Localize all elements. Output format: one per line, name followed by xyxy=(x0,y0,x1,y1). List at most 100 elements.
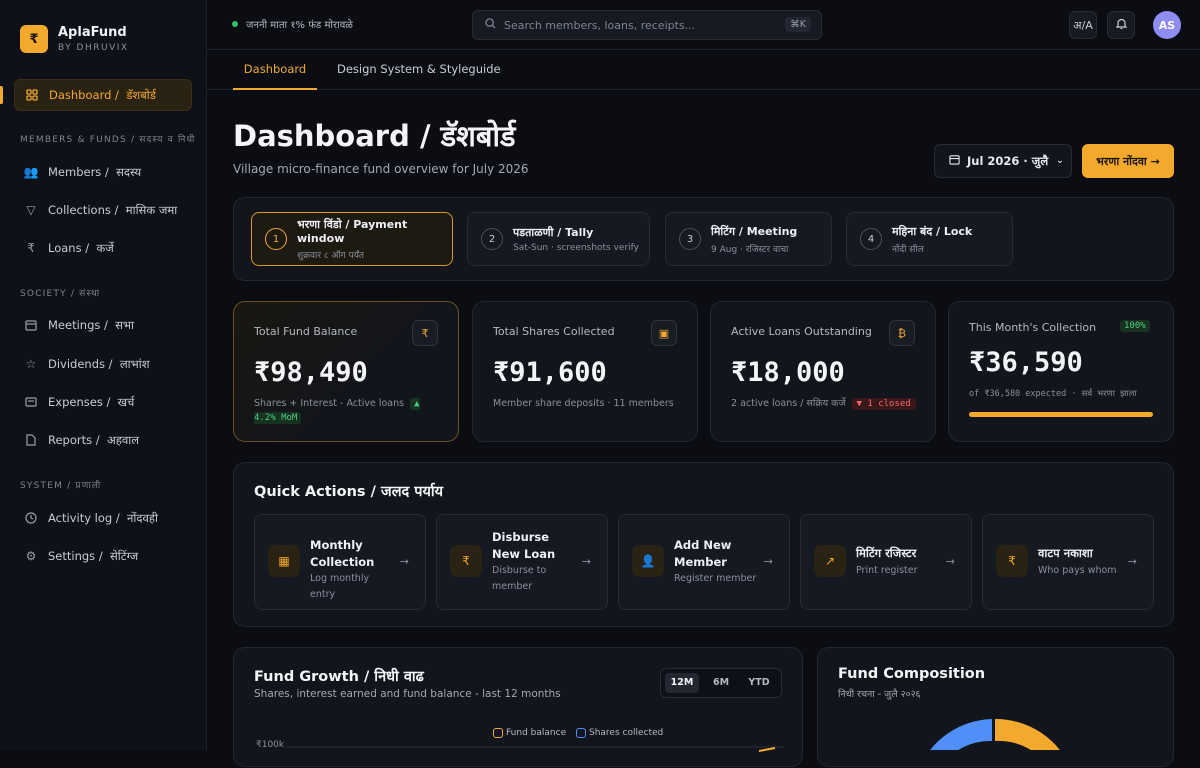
stat-foot-text: Shares + Interest - Active loans xyxy=(254,398,405,409)
sidebar-item-local: डॅशबोर्ड xyxy=(126,87,156,102)
calendar-icon xyxy=(949,154,960,168)
sidebar-item-label: Activity log / xyxy=(48,511,120,525)
stat-card-loans[interactable]: Active Loans Outstanding ₿ ₹18,000 2 act… xyxy=(710,301,936,442)
stat-card-monthly-collection[interactable]: This Month's Collection 100% ₹36,590 of … xyxy=(948,301,1174,442)
step-payment-window[interactable]: 1 भरणा विंडो / Payment window शुक्रवार ८ … xyxy=(251,212,453,266)
donut-slice-shares xyxy=(995,718,1060,750)
step-title: भरणा विंडो / Payment window xyxy=(297,218,408,245)
action-sub: Print register xyxy=(856,565,918,576)
step-number: 4 xyxy=(860,228,882,250)
sidebar-item-local: अहवाल xyxy=(106,432,140,447)
arrow-right-icon: → xyxy=(945,555,955,568)
arrow-right-icon: → xyxy=(399,555,409,568)
sidebar-item-label: Dashboard / xyxy=(49,88,119,102)
sidebar-item-dashboard[interactable]: Dashboard / डॅशबोर्ड xyxy=(14,79,192,111)
step-sub: शुक्रवार ८ ऑग पर्यंत xyxy=(297,251,365,261)
receipt-icon xyxy=(24,395,38,409)
record-payment-button[interactable]: भरणा नोंदवा → xyxy=(1082,144,1174,178)
sidebar-item-label: Expenses / xyxy=(48,395,111,409)
top-bar: जननी माता १% फंड मोरावळे Search members,… xyxy=(207,0,1200,50)
action-disburse-loan[interactable]: ₹ Disburse New Loan Disburse to member → xyxy=(436,514,608,610)
rupee-icon: ₹ xyxy=(412,320,438,346)
monthly-cycle-steps: 1 भरणा विंडो / Payment window शुक्रवार ८ … xyxy=(233,197,1174,281)
action-sub: Disburse to member xyxy=(492,565,547,592)
step-tally[interactable]: 2 पडताळणी / Tally Sat-Sun · screenshots v… xyxy=(467,212,650,266)
sidebar-item-reports[interactable]: Reports / अहवाल xyxy=(14,424,192,456)
step-meeting[interactable]: 3 मिटिंग / Meeting 9 Aug · रजिस्टर वाचा xyxy=(665,212,832,266)
section-system: SYSTEM / प्रणाली xyxy=(20,481,102,491)
action-title: Add New Member xyxy=(674,538,732,569)
sidebar-item-meetings[interactable]: Meetings / सभा xyxy=(14,309,192,341)
stat-label: This Month's Collection xyxy=(969,321,1097,334)
sidebar: ₹ AplaFund BY DHRUVIX Dashboard / डॅशबोर… xyxy=(0,0,207,750)
quick-actions-title: Quick Actions / जलद पर्याय xyxy=(254,484,444,500)
sidebar-item-local: सेटिंग्ज xyxy=(110,548,139,563)
bell-icon xyxy=(1115,18,1127,33)
sidebar-item-local: लाभांश xyxy=(119,356,150,371)
arrow-right-icon: → xyxy=(763,555,773,568)
avatar[interactable]: AS xyxy=(1153,11,1181,39)
tab-bar: Dashboard Design System & Styleguide xyxy=(207,50,1200,90)
user-plus-icon: 👤 xyxy=(632,545,664,577)
language-toggle-button[interactable]: अ/A xyxy=(1069,11,1097,39)
gear-icon: ⚙ xyxy=(25,549,37,563)
sidebar-item-local: मासिक जमा xyxy=(125,202,178,217)
step-sub: 9 Aug · रजिस्टर वाचा xyxy=(711,244,789,255)
action-sub: Who pays whom xyxy=(1038,565,1117,576)
action-title: Monthly Collection xyxy=(310,538,375,569)
action-add-member[interactable]: 👤 Add New Member Register member → xyxy=(618,514,790,610)
search-input[interactable]: Search members, loans, receipts... ⌘K xyxy=(472,10,822,40)
closed-badge: ▼ 1 closed xyxy=(851,398,916,410)
step-title: पडताळणी / Tally xyxy=(513,226,594,239)
stat-footnote: Member share deposits · 11 members xyxy=(493,398,674,409)
step-number: 2 xyxy=(481,228,503,250)
brand[interactable]: ₹ AplaFund BY DHRUVIX xyxy=(20,25,129,53)
donut-slice-loans xyxy=(930,719,992,750)
stat-value: ₹36,590 xyxy=(969,347,1083,378)
action-payout-map[interactable]: ₹ वाटप नकाशा Who pays whom → xyxy=(982,514,1154,610)
doc-icon xyxy=(24,433,38,447)
stat-card-fund-balance[interactable]: Total Fund Balance ₹ ₹98,490 Shares + In… xyxy=(233,301,459,442)
tab-design-system[interactable]: Design System & Styleguide xyxy=(337,50,501,90)
sidebar-item-label: Members / xyxy=(48,165,109,179)
arrow-right-icon: → xyxy=(581,555,591,568)
month-label: Jul 2026 · जुलै xyxy=(967,153,1049,168)
month-selector[interactable]: Jul 2026 · जुलै ⌄ xyxy=(934,144,1072,178)
action-title: Disburse New Loan xyxy=(492,530,556,561)
sidebar-item-loans[interactable]: ₹ Loans / कर्जे xyxy=(14,232,192,264)
sidebar-item-collections[interactable]: ▽ Collections / मासिक जमा xyxy=(14,194,192,226)
step-sub: नोंदी सील xyxy=(892,244,924,255)
growth-chart-area xyxy=(286,746,784,752)
clock-icon xyxy=(24,511,38,525)
notifications-button[interactable] xyxy=(1107,11,1135,39)
sidebar-item-label: Settings / xyxy=(48,549,103,563)
sidebar-item-members[interactable]: 👥 Members / सदस्य xyxy=(14,156,192,188)
sidebar-item-expenses[interactable]: Expenses / खर्च xyxy=(14,386,192,418)
trophy-icon: ▽ xyxy=(26,203,36,217)
fund-composition-panel: Fund Composition निधी रचना - जुलै २०२६ xyxy=(817,647,1174,767)
composition-donut xyxy=(930,718,1060,750)
sidebar-item-settings[interactable]: ⚙ Settings / सेटिंग्ज xyxy=(14,540,192,572)
collection-progress-bar xyxy=(969,412,1153,417)
stat-footnote: of ₹36,580 expected · सर्व भरणा झाला xyxy=(969,389,1137,399)
action-monthly-collection[interactable]: ▦ Monthly Collection Log monthly entry → xyxy=(254,514,426,610)
tab-dashboard[interactable]: Dashboard xyxy=(233,50,317,90)
stat-card-shares[interactable]: Total Shares Collected ▣ ₹91,600 Member … xyxy=(472,301,698,442)
sidebar-item-dividends[interactable]: ☆ Dividends / लाभांश xyxy=(14,348,192,380)
completion-badge: 100% xyxy=(1120,320,1150,332)
status-dot-icon xyxy=(232,21,238,27)
fund-motto: जननी माता १% फंड मोरावळे xyxy=(232,17,353,31)
quick-actions-panel: Quick Actions / जलद पर्याय ▦ Monthly Col… xyxy=(233,462,1174,627)
step-lock[interactable]: 4 महिना बंद / Lock नोंदी सील xyxy=(846,212,1013,266)
sidebar-item-activity-log[interactable]: Activity log / नोंदवही xyxy=(14,502,192,534)
sidebar-item-label: Meetings / xyxy=(48,318,108,332)
search-placeholder: Search members, loans, receipts... xyxy=(504,18,696,32)
stat-label: Total Shares Collected xyxy=(493,325,615,338)
calendar-icon: ▦ xyxy=(268,545,300,577)
rupee-icon: ₹ xyxy=(996,545,1028,577)
sidebar-item-local: सभा xyxy=(115,317,135,332)
stat-value: ₹18,000 xyxy=(731,357,845,388)
step-title: महिना बंद / Lock xyxy=(892,224,973,238)
action-meeting-register[interactable]: ↗ मिटिंग रजिस्टर Print register → xyxy=(800,514,972,610)
arrow-right-icon: → xyxy=(1127,555,1137,568)
